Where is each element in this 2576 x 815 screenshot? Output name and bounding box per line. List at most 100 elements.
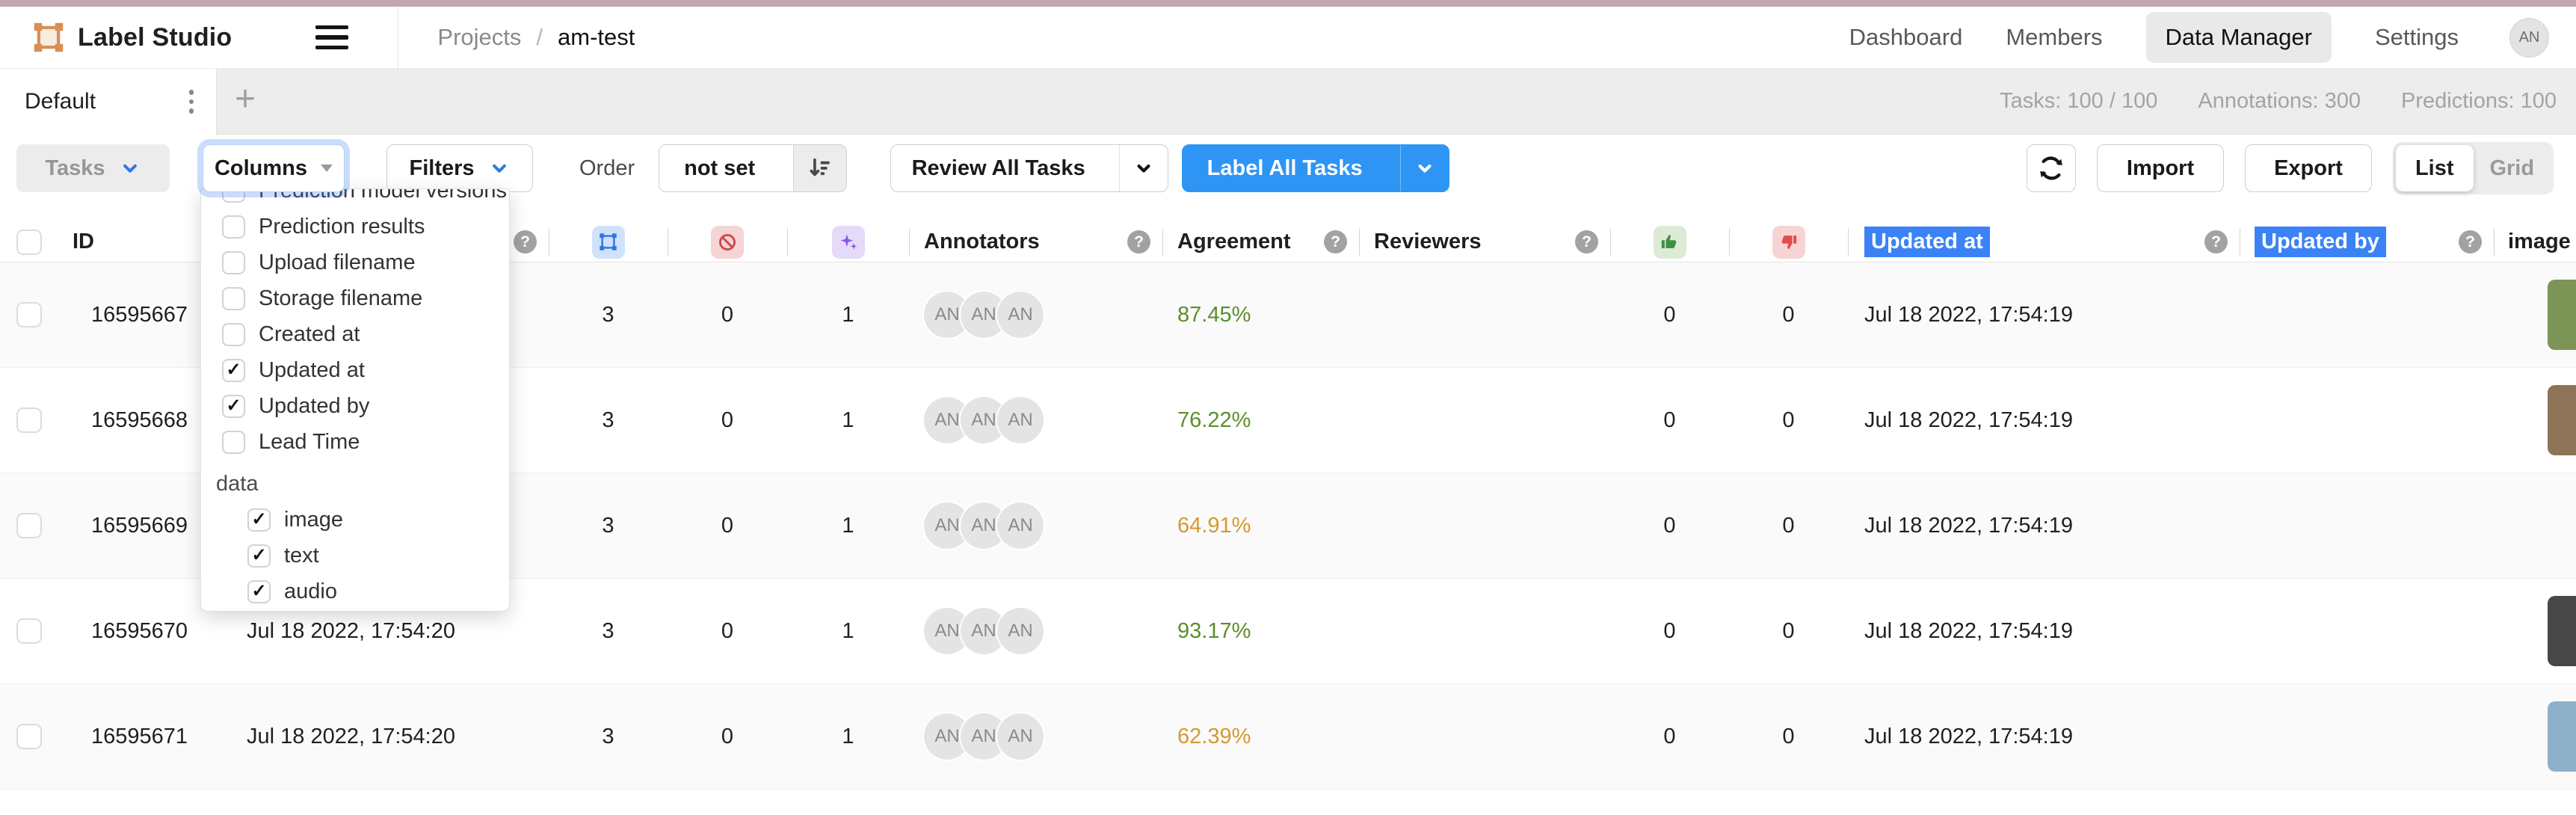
review-tasks-caret-button[interactable] [1119, 145, 1168, 191]
header-accepted-count[interactable] [1610, 222, 1729, 262]
tabs-bar-rest: + Tasks: 100 / 100 Annotations: 300 Pred… [217, 69, 2576, 135]
checkbox-checked[interactable]: ✓ [247, 544, 271, 568]
annotator-avatar[interactable]: AN [997, 608, 1044, 654]
column-option-created-at[interactable]: Created at [201, 316, 509, 352]
header-annotations-count[interactable] [549, 222, 668, 262]
row-checkbox[interactable] [16, 408, 42, 433]
help-icon[interactable]: ? [1575, 230, 1598, 253]
checkbox-checked[interactable]: ✓ [222, 359, 245, 382]
sort-direction-button[interactable] [793, 145, 846, 191]
tab-default-label: Default [25, 89, 96, 114]
hamburger-menu-icon[interactable] [315, 25, 348, 50]
header-rejected-count[interactable] [1729, 222, 1848, 262]
accepted-count-cell: 0 [1610, 262, 1729, 367]
column-option-updated-by[interactable]: ✓ Updated by [201, 388, 509, 424]
annotations-count-cell: 3 [549, 579, 668, 683]
select-all-checkbox[interactable] [16, 230, 42, 255]
import-button[interactable]: Import [2097, 144, 2224, 192]
column-option-audio[interactable]: ✓ audio [201, 573, 509, 609]
row-checkbox[interactable] [16, 302, 42, 327]
predictions-count-cell: 1 [787, 684, 909, 789]
tasks-dropdown-button[interactable]: Tasks [16, 144, 170, 192]
column-option-upload-filename[interactable]: Upload filename [201, 244, 509, 280]
checkbox[interactable] [222, 215, 245, 239]
help-icon[interactable]: ? [2459, 230, 2482, 253]
tab-default[interactable]: Default [0, 69, 217, 135]
predictions-count-cell: 1 [787, 579, 909, 683]
image-cell [2494, 579, 2576, 683]
help-icon[interactable]: ? [1324, 230, 1347, 253]
row-checkbox[interactable] [16, 724, 42, 749]
user-avatar[interactable]: AN [2509, 18, 2549, 58]
columns-dropdown-button[interactable]: Columns [203, 144, 345, 192]
annotations-count-cell: 3 [549, 368, 668, 473]
checkbox-checked[interactable]: ✓ [247, 508, 271, 532]
review-all-tasks-button[interactable]: Review All Tasks [890, 144, 1168, 192]
label-tasks-caret-button[interactable] [1400, 145, 1449, 191]
tab-options-icon[interactable] [185, 85, 199, 118]
nav-link-data-manager[interactable]: Data Manager [2146, 12, 2332, 63]
rejected-count-cell: 0 [1729, 473, 1848, 578]
header-skipped-count[interactable] [668, 222, 787, 262]
rejected-count-cell: 0 [1729, 368, 1848, 473]
checkbox[interactable] [222, 431, 245, 454]
header-id[interactable]: ID [60, 222, 194, 262]
checkbox[interactable] [222, 251, 245, 274]
header-image[interactable]: image [2494, 222, 2576, 262]
table-row[interactable]: 16595671 Jul 18 2022, 17:54:20 3 0 1 ANA… [0, 684, 2576, 790]
header-predictions-count[interactable] [787, 222, 909, 262]
help-icon[interactable]: ? [2204, 230, 2228, 253]
annotator-avatar[interactable]: AN [997, 292, 1044, 338]
checkbox[interactable] [222, 287, 245, 310]
view-grid-button[interactable]: Grid [2474, 156, 2551, 181]
help-icon[interactable]: ? [1127, 230, 1150, 253]
predictions-count-cell: 1 [787, 368, 909, 473]
breadcrumb-projects-link[interactable]: Projects [437, 24, 521, 51]
export-button[interactable]: Export [2245, 144, 2372, 192]
checkbox-checked[interactable]: ✓ [247, 580, 271, 603]
task-image-thumbnail[interactable] [2548, 701, 2576, 772]
nav-link-members[interactable]: Members [2006, 24, 2102, 51]
skipped-count-cell: 0 [668, 368, 787, 473]
accepted-count-cell: 0 [1610, 579, 1729, 683]
stat-predictions: Predictions: 100 [2401, 89, 2557, 114]
annotator-avatar[interactable]: AN [997, 502, 1044, 549]
row-checkbox[interactable] [16, 513, 42, 538]
task-image-thumbnail[interactable] [2548, 596, 2576, 666]
task-image-thumbnail[interactable] [2548, 385, 2576, 455]
header-updated-by-label: Updated by [2255, 227, 2386, 257]
chevron-down-icon [488, 157, 511, 179]
help-icon[interactable]: ? [514, 230, 537, 253]
annotator-avatar[interactable]: AN [997, 713, 1044, 760]
filters-dropdown-button[interactable]: Filters [386, 144, 533, 192]
add-tab-button[interactable]: + [235, 82, 256, 117]
annotators-cell: ANANAN [909, 579, 1162, 683]
header-updated-by[interactable]: Updated by ? [2240, 222, 2494, 262]
label-all-tasks-button[interactable]: Label All Tasks [1182, 144, 1449, 192]
chevron-down-icon [1133, 158, 1154, 179]
column-option-updated-at[interactable]: ✓ Updated at [201, 352, 509, 388]
task-image-thumbnail[interactable] [2548, 280, 2576, 350]
updated-at-cell: Jul 18 2022, 17:54:19 [1848, 368, 2240, 473]
header-updated-at[interactable]: Updated at ? [1848, 222, 2240, 262]
updated-at-cell: Jul 18 2022, 17:54:19 [1848, 684, 2240, 789]
nav-link-dashboard[interactable]: Dashboard [1849, 24, 1963, 51]
nav-link-settings[interactable]: Settings [2375, 24, 2459, 51]
column-option-storage-filename[interactable]: Storage filename [201, 280, 509, 316]
column-option-lead-time[interactable]: Lead Time [201, 424, 509, 460]
header-annotators[interactable]: Annotators ? [909, 222, 1162, 262]
annotator-avatar[interactable]: AN [997, 397, 1044, 443]
refresh-button[interactable] [2027, 144, 2076, 192]
header-reviewers[interactable]: Reviewers ? [1359, 222, 1610, 262]
columns-dropdown-panel: Prediction model versions Prediction res… [200, 188, 510, 612]
order-value-button[interactable]: not set [659, 144, 847, 192]
view-list-button[interactable]: List [2396, 145, 2474, 191]
header-agreement[interactable]: Agreement ? [1162, 222, 1359, 262]
row-checkbox[interactable] [16, 618, 42, 644]
top-accent-strip [0, 0, 2576, 7]
checkbox-checked[interactable]: ✓ [222, 395, 245, 418]
column-option-prediction-results[interactable]: Prediction results [201, 209, 509, 244]
column-option-image[interactable]: ✓ image [201, 502, 509, 538]
checkbox[interactable] [222, 323, 245, 346]
column-option-text[interactable]: ✓ text [201, 538, 509, 573]
